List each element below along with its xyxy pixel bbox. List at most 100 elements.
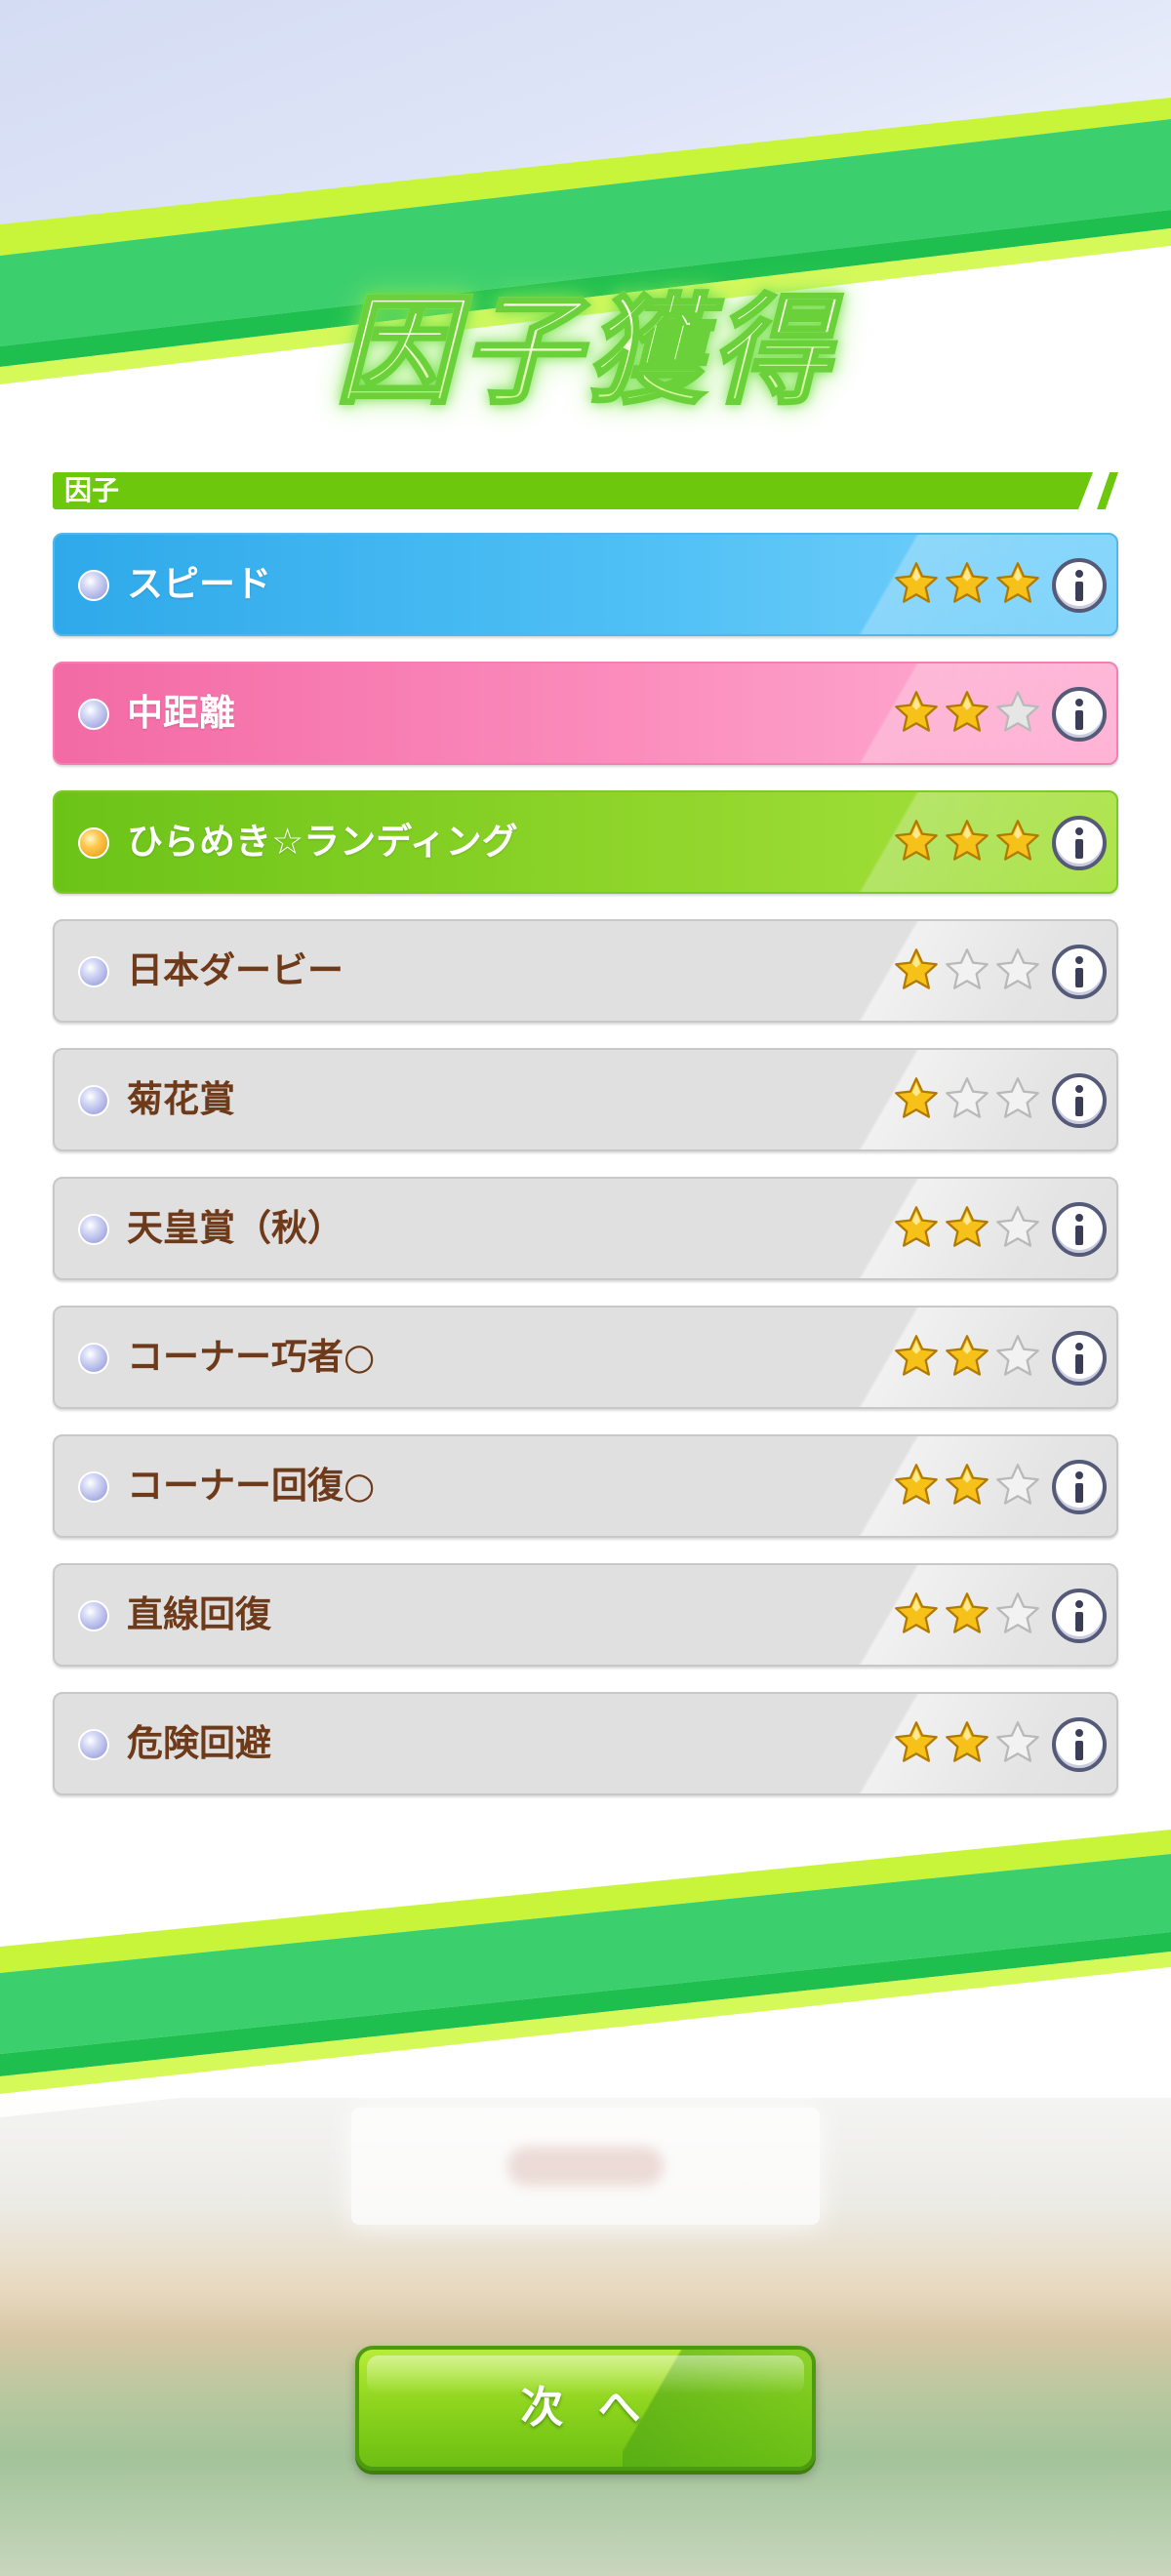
star-empty-icon	[996, 1206, 1039, 1247]
star-rating	[894, 1205, 1050, 1254]
star-filled-icon	[895, 1721, 938, 1762]
factor-row[interactable]: 菊花賞	[53, 1048, 1118, 1151]
star-empty-icon	[996, 1077, 1039, 1118]
info-glyph-dot	[1075, 827, 1083, 835]
factor-row[interactable]: ひらめき☆ランディング	[53, 790, 1118, 894]
info-icon[interactable]	[1052, 558, 1107, 613]
factor-row[interactable]: スピード	[53, 533, 1118, 636]
bottom-stripe-lime-2	[0, 1952, 1171, 2094]
factor-label: 中距離	[127, 692, 235, 734]
factor-label: 危険回避	[127, 1722, 271, 1764]
info-glyph-bar	[1075, 1612, 1083, 1631]
star-filled-icon	[946, 1206, 989, 1247]
blue-orb-icon	[78, 570, 109, 601]
factor-label: 直線回復	[127, 1593, 271, 1635]
star-empty-icon	[996, 1592, 1039, 1633]
star-filled-icon	[895, 691, 938, 732]
blue-orb-icon	[78, 1729, 109, 1760]
info-glyph-dot	[1075, 956, 1083, 964]
star-filled-icon	[946, 820, 989, 861]
star-filled-icon	[895, 820, 938, 861]
star-empty-icon	[996, 1464, 1039, 1505]
bottom-stripe-lime	[0, 1830, 1171, 1973]
star-filled-icon	[946, 1592, 989, 1633]
info-glyph-dot	[1075, 570, 1083, 578]
blue-orb-icon	[78, 699, 109, 730]
info-icon[interactable]	[1052, 687, 1107, 742]
blue-orb-icon	[78, 1214, 109, 1245]
blue-orb-icon	[78, 1600, 109, 1631]
blue-orb-icon	[78, 1471, 109, 1503]
factor-row[interactable]: 危険回避	[53, 1692, 1118, 1795]
star-empty-icon	[996, 691, 1039, 732]
star-filled-icon	[895, 948, 938, 989]
star-filled-icon	[946, 1464, 989, 1505]
star-empty-icon	[996, 1335, 1039, 1376]
info-glyph-dot	[1075, 1729, 1083, 1737]
factor-label: 日本ダービー	[127, 949, 343, 991]
factor-label: ひらめき☆ランディング	[127, 821, 518, 863]
star-rating	[894, 1591, 1050, 1640]
info-icon[interactable]	[1052, 816, 1107, 870]
star-filled-icon	[895, 1464, 938, 1505]
star-rating	[894, 947, 1050, 996]
bottom-white	[0, 1830, 1171, 2098]
info-icon[interactable]	[1052, 1331, 1107, 1386]
factor-row[interactable]: 日本ダービー	[53, 919, 1118, 1023]
section-bar	[53, 472, 1093, 509]
star-filled-icon	[946, 1335, 989, 1376]
star-rating	[894, 690, 1050, 739]
factor-row[interactable]: コーナー回復○	[53, 1434, 1118, 1538]
info-icon[interactable]	[1052, 945, 1107, 999]
section-slash	[1097, 472, 1118, 509]
info-glyph-bar	[1075, 968, 1083, 987]
info-icon[interactable]	[1052, 1073, 1107, 1128]
star-filled-icon	[996, 820, 1039, 861]
info-glyph-dot	[1075, 1085, 1083, 1093]
factor-label: スピード	[127, 563, 271, 605]
star-rating	[894, 1076, 1050, 1125]
info-glyph-bar	[1075, 1483, 1083, 1503]
factor-row[interactable]: 天皇賞（秋）	[53, 1177, 1118, 1280]
star-filled-icon	[946, 1721, 989, 1762]
blue-orb-icon	[78, 1085, 109, 1116]
page-title: 因子獲得	[0, 273, 1171, 429]
star-filled-icon	[895, 1592, 938, 1633]
info-glyph-bar	[1075, 1741, 1083, 1760]
info-glyph-dot	[1075, 699, 1083, 706]
star-empty-icon	[996, 1721, 1039, 1762]
gold-orb-icon	[78, 827, 109, 859]
blue-orb-icon	[78, 1343, 109, 1374]
info-glyph-dot	[1075, 1343, 1083, 1350]
factor-row[interactable]: コーナー巧者○	[53, 1306, 1118, 1409]
factor-label: 天皇賞（秋）	[127, 1207, 343, 1249]
info-glyph-bar	[1075, 1226, 1083, 1245]
section-header: 因子	[53, 472, 1118, 509]
star-filled-icon	[895, 1206, 938, 1247]
info-icon[interactable]	[1052, 1589, 1107, 1643]
blue-orb-icon	[78, 956, 109, 987]
info-glyph-dot	[1075, 1471, 1083, 1479]
info-icon[interactable]	[1052, 1460, 1107, 1514]
star-filled-icon	[895, 1335, 938, 1376]
factor-label: 菊花賞	[127, 1078, 235, 1120]
bottom-stripe-white	[0, 1967, 1171, 2117]
factor-label: コーナー巧者○	[127, 1336, 376, 1378]
factor-row[interactable]: 直線回復	[53, 1563, 1118, 1667]
factor-label: コーナー回復○	[127, 1465, 376, 1507]
factor-row[interactable]: 中距離	[53, 662, 1118, 765]
star-filled-icon	[996, 562, 1039, 603]
star-filled-icon	[946, 691, 989, 732]
info-glyph-bar	[1075, 1354, 1083, 1374]
star-rating	[894, 819, 1050, 867]
info-icon[interactable]	[1052, 1717, 1107, 1772]
next-button[interactable]: 次 へ	[355, 2346, 816, 2471]
info-icon[interactable]	[1052, 1202, 1107, 1257]
star-empty-icon	[946, 1077, 989, 1118]
bottom-stripe-dark	[0, 1932, 1171, 2076]
info-glyph-bar	[1075, 582, 1083, 601]
info-glyph-dot	[1075, 1600, 1083, 1608]
next-button-label: 次 へ	[520, 2383, 651, 2433]
bottom-stripe-green	[0, 1854, 1171, 2054]
info-glyph-bar	[1075, 1097, 1083, 1116]
